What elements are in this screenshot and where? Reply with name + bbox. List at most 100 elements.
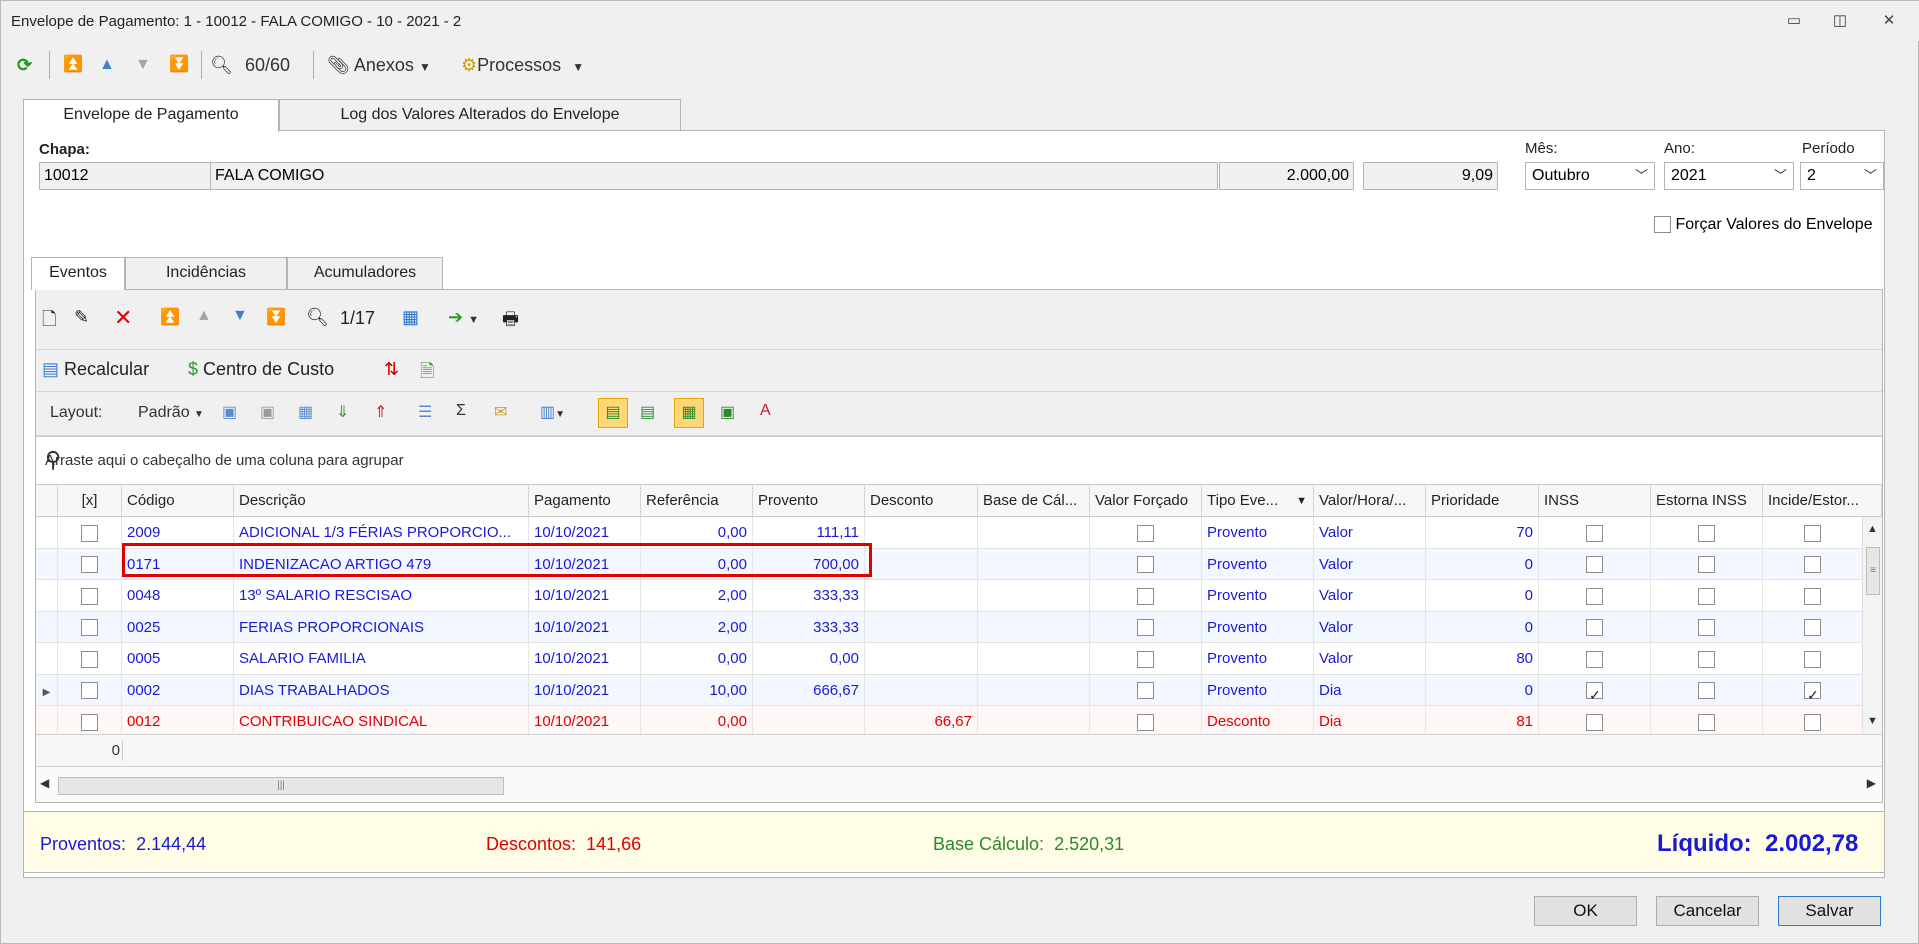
checkbox-icon[interactable]	[1586, 650, 1603, 668]
checkbox-icon[interactable]	[1804, 587, 1821, 605]
cell-inss[interactable]	[1539, 611, 1651, 643]
valor-hora-field[interactable]: 9,09	[1363, 162, 1498, 190]
checkbox-icon[interactable]	[1586, 556, 1603, 574]
col-referencia[interactable]: Referência	[641, 485, 753, 517]
new-icon[interactable]: 🗋	[42, 307, 56, 337]
row-indicator[interactable]	[36, 643, 58, 674]
row-select-checkbox[interactable]	[58, 706, 122, 735]
filter-icon[interactable]: ☰	[418, 402, 432, 422]
row-select-checkbox[interactable]	[58, 548, 122, 580]
load-layout-icon[interactable]: ▣	[260, 402, 275, 422]
view-columns-icon[interactable]: ▤	[640, 402, 655, 422]
cell-base[interactable]	[978, 674, 1090, 706]
row-indicator[interactable]	[36, 548, 58, 580]
print-icon[interactable]: 🖶	[502, 307, 519, 337]
cell-provento[interactable]: 333,33	[753, 580, 865, 611]
checkbox-icon[interactable]	[1137, 713, 1154, 731]
cell-pagamento[interactable]: 10/10/2021	[529, 580, 641, 611]
tab-acumuladores[interactable]: Acumuladores	[287, 257, 443, 289]
processos-button[interactable]: ⚙Processos ▼	[461, 45, 584, 85]
cell-descricao[interactable]: 13º SALARIO RESCISAO	[234, 580, 529, 611]
row-indicator[interactable]	[36, 706, 58, 735]
checkbox-icon[interactable]	[81, 650, 98, 668]
hscroll-thumb[interactable]: |||	[58, 777, 504, 795]
cell-base[interactable]	[978, 517, 1090, 548]
checkbox-icon[interactable]	[81, 524, 98, 542]
cell-inss[interactable]	[1539, 706, 1651, 735]
salario-field[interactable]: 2.000,00	[1219, 162, 1354, 190]
cell-valor-forcado[interactable]	[1090, 548, 1202, 580]
ano-select[interactable]: 2021 ﹀	[1664, 162, 1794, 190]
row-select-checkbox[interactable]	[58, 611, 122, 643]
cell-valor-forcado[interactable]	[1090, 643, 1202, 674]
cell-desconto[interactable]: 66,67	[865, 706, 978, 735]
cell-incide[interactable]	[1763, 612, 1862, 643]
checkbox-icon[interactable]	[1698, 524, 1715, 542]
cell-referencia[interactable]: 0,00	[641, 643, 753, 674]
mes-select[interactable]: Outubro ﹀	[1525, 162, 1655, 190]
find-icon[interactable]: 🔍︎	[306, 307, 329, 328]
checkbox-icon[interactable]	[1137, 556, 1154, 574]
checkbox-icon[interactable]	[1586, 524, 1603, 542]
minimize-icon[interactable]: ▭	[1779, 9, 1809, 33]
col-descricao[interactable]: Descrição	[234, 485, 529, 517]
cell-tipo[interactable]: Provento	[1202, 517, 1314, 548]
cell-inss[interactable]	[1539, 580, 1651, 611]
prev-row-icon[interactable]: ▲	[196, 307, 212, 325]
cell-desconto[interactable]	[865, 611, 978, 643]
col-prioridade[interactable]: Prioridade	[1426, 485, 1539, 517]
checkbox-icon[interactable]	[1698, 587, 1715, 605]
table-row[interactable]: 0012 CONTRIBUICAO SINDICAL 10/10/2021 0,00 6…	[36, 706, 1862, 735]
cell-descricao[interactable]: FERIAS PROPORCIONAIS	[234, 611, 529, 643]
periodo-select[interactable]: 2 ﹀	[1800, 162, 1884, 190]
table-row[interactable]: 0048 13º SALARIO RESCISAO 10/10/2021 2,00 33…	[36, 580, 1862, 612]
cell-desconto[interactable]	[865, 580, 978, 611]
next-record-icon[interactable]: ▼	[135, 45, 151, 85]
cell-pagamento[interactable]: 10/10/2021	[529, 643, 641, 674]
ok-button[interactable]: OK	[1534, 896, 1637, 926]
cell-referencia[interactable]: 2,00	[641, 611, 753, 643]
scroll-thumb[interactable]: ≡	[1866, 547, 1880, 595]
cell-provento[interactable]: 0,00	[753, 643, 865, 674]
checkbox-icon[interactable]	[1698, 713, 1715, 731]
cell-inss[interactable]: ✓	[1539, 674, 1651, 706]
checkbox-icon[interactable]	[1137, 587, 1154, 605]
prev-record-icon[interactable]: ▲	[99, 45, 115, 85]
col-valor-hora[interactable]: Valor/Hora/...	[1314, 485, 1426, 517]
cell-prioridade[interactable]: 0	[1426, 674, 1539, 706]
sort-az-icon[interactable]: ⇅	[384, 359, 399, 380]
cell-incide[interactable]	[1763, 643, 1862, 674]
close-icon[interactable]: ✕	[1874, 9, 1904, 33]
cell-valor-hora[interactable]: Valor	[1314, 517, 1426, 548]
checkbox-icon[interactable]	[1698, 619, 1715, 637]
tab-log[interactable]: Log dos Valores Alterados do Envelope	[279, 99, 681, 131]
col-incide[interactable]: Incide/Estor...	[1763, 485, 1882, 517]
cell-inss[interactable]	[1539, 517, 1651, 548]
checkbox-icon[interactable]	[1137, 682, 1154, 700]
cell-base[interactable]	[978, 643, 1090, 674]
cell-prioridade[interactable]: 81	[1426, 706, 1539, 735]
cell-estorna-inss[interactable]	[1651, 674, 1763, 706]
anexos-button[interactable]: 📎︎ Anexos ▼	[327, 45, 431, 85]
cell-base[interactable]	[978, 706, 1090, 735]
checkbox-icon[interactable]	[1698, 556, 1715, 574]
note-icon[interactable]: ✉	[494, 402, 507, 422]
cell-valor-hora[interactable]: Valor	[1314, 548, 1426, 580]
cell-prioridade[interactable]: 0	[1426, 611, 1539, 643]
col-provento[interactable]: Provento	[753, 485, 865, 517]
checkbox-icon[interactable]	[1137, 524, 1154, 542]
cell-valor-hora[interactable]: Valor	[1314, 580, 1426, 611]
maximize-icon[interactable]: ◫	[1825, 9, 1855, 33]
cell-incide[interactable]	[1763, 517, 1862, 548]
save-layout-icon[interactable]: ▣	[222, 402, 237, 422]
cell-provento[interactable]	[753, 706, 865, 735]
cell-estorna-inss[interactable]	[1651, 580, 1763, 611]
checkbox-icon[interactable]	[81, 713, 98, 731]
sum-icon[interactable]: Σ	[456, 402, 466, 420]
cell-pagamento[interactable]: 10/10/2021	[529, 674, 641, 706]
cell-referencia[interactable]: 10,00	[641, 674, 753, 706]
chapa-field[interactable]: 10012	[39, 162, 211, 190]
cell-inss[interactable]	[1539, 548, 1651, 580]
import-icon[interactable]: ⇓	[336, 402, 349, 422]
cell-provento[interactable]: 333,33	[753, 611, 865, 643]
